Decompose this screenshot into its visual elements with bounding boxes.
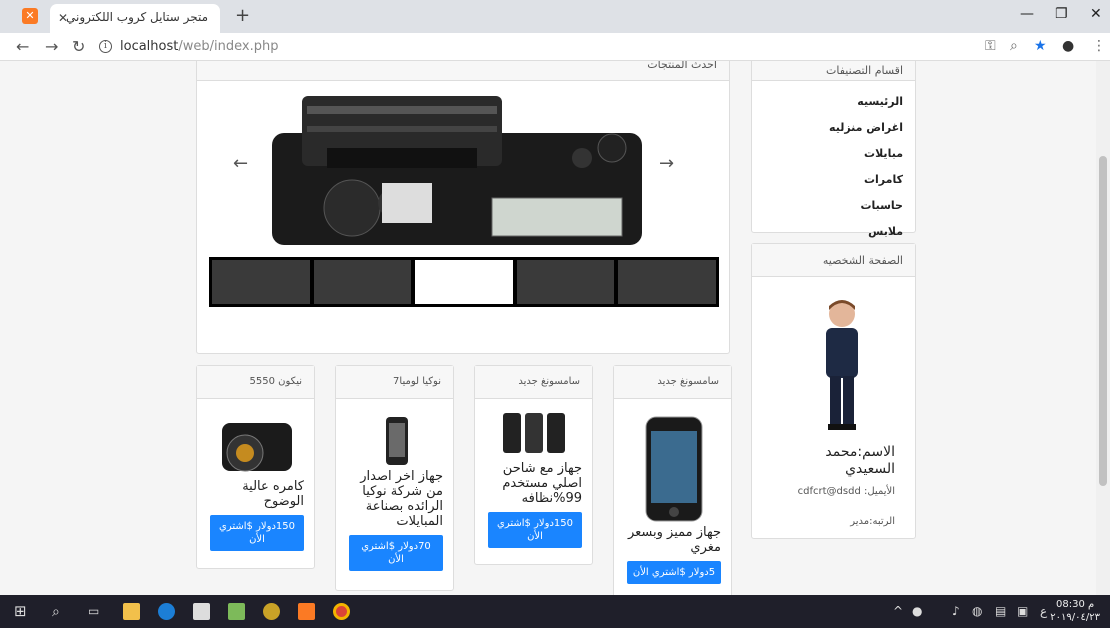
url-host: localhost xyxy=(120,39,179,54)
scrollbar-thumb[interactable] xyxy=(1099,156,1107,486)
product-card: نيكون 5550 كامره عالية الوضوح 150دولار $… xyxy=(196,365,315,569)
categories-panel: اقسام التصنيفات الرئيسيه اغراض منزليه مب… xyxy=(751,61,916,238)
thumbnail-selected[interactable] xyxy=(415,260,513,304)
windows-taskbar: ⊞ ⌕ ▭ ^ ● ♪ ◍ ▤ ▣ ع 08:30 م ٢٠١٩/٠٤/٢٣ xyxy=(0,595,1110,628)
category-item[interactable]: الرئيسيه xyxy=(764,89,903,115)
category-item[interactable]: كامرات xyxy=(764,167,903,193)
new-tab-icon[interactable]: + xyxy=(235,5,250,26)
browser-toolbar: ← → ↻ i localhost/web/index.php ⚿ ⌕ ★ ● … xyxy=(0,33,1110,61)
windows-start-icon[interactable]: ⊞ xyxy=(14,602,27,620)
product-description: جهاز مميز وبسعر مغري xyxy=(627,525,721,555)
thumbnail[interactable] xyxy=(516,260,615,304)
email-label: الأيميل: xyxy=(863,486,895,497)
info-icon[interactable]: i xyxy=(99,40,112,53)
account-icon[interactable]: ● xyxy=(1062,38,1074,54)
profile-role: الرتبه:مدير xyxy=(850,516,895,527)
profile-header: الصفحة الشخصيه xyxy=(752,244,915,277)
xampp-taskbar-icon[interactable] xyxy=(298,603,315,620)
clock-time: 08:30 م xyxy=(1056,599,1095,610)
categories-header: اقسام التصنيفات xyxy=(752,61,915,81)
close-window-icon[interactable]: ✕ xyxy=(1090,6,1102,22)
product-card: سامسونغ جديد جهاز مميز وبسعر مغري 5دولار… xyxy=(613,365,732,595)
latest-products-panel: احدث المنتجات ← → xyxy=(196,61,730,354)
product-image xyxy=(645,416,703,522)
profile-name: الاسم:محمد السعيدي xyxy=(825,444,895,477)
product-title: نيكون 5550 xyxy=(197,366,314,399)
tray-app-icon[interactable]: ● xyxy=(912,604,922,618)
slider-prev-arrow[interactable]: ← xyxy=(233,153,248,174)
task-view-icon[interactable]: ▭ xyxy=(88,604,99,618)
chrome-taskbar-icon[interactable] xyxy=(333,603,350,620)
product-title: نوكيا لوميا7 xyxy=(336,366,453,399)
category-item[interactable]: اغراض منزليه xyxy=(764,115,903,141)
restore-icon[interactable]: ❐ xyxy=(1055,6,1068,22)
buy-button[interactable]: 70دولار $اشتري الأن xyxy=(349,535,443,571)
search-icon[interactable]: ⌕ xyxy=(52,604,60,620)
product-title: سامسونغ جديد xyxy=(614,366,731,399)
category-item[interactable]: حاسبات xyxy=(764,193,903,219)
thumbnail[interactable] xyxy=(313,260,412,304)
buy-button[interactable]: 150دولار $اشتري الأن xyxy=(488,512,582,548)
minimize-icon[interactable]: — xyxy=(1020,6,1034,22)
product-title: سامسونغ جديد xyxy=(475,366,592,399)
product-description: جهاز مع شاحن اصلي مستخدم 99%نظافه xyxy=(502,461,582,506)
product-card: سامسونغ جديد جهاز مع شاحن اصلي مستخدم 99… xyxy=(474,365,593,565)
profile-email: الأيميل: cdfcrt@dsdd xyxy=(798,486,895,497)
category-item[interactable]: مبايلات xyxy=(764,141,903,167)
thumbnail[interactable] xyxy=(618,260,716,304)
slider-thumbnails xyxy=(209,257,719,307)
browser-tab-strip: ✕ ✕ متجر ستايل كروب اللكتروني + — ❐ ✕ xyxy=(0,0,1110,33)
back-icon[interactable]: ← xyxy=(16,37,29,56)
page-scrollbar[interactable] xyxy=(1096,61,1110,595)
product-image xyxy=(386,417,408,465)
keyboard-icon[interactable]: ▤ xyxy=(995,604,1006,618)
key-icon[interactable]: ⚿ xyxy=(985,38,996,54)
notepad-plus-icon[interactable] xyxy=(228,603,245,620)
volume-icon[interactable]: ♪ xyxy=(952,604,960,618)
menu-icon[interactable]: ⋮ xyxy=(1092,38,1106,54)
url-path: /web/index.php xyxy=(178,39,279,54)
browser-tab[interactable]: ✕ متجر ستايل كروب اللكتروني xyxy=(50,4,220,33)
zoom-icon[interactable]: ⌕ xyxy=(1010,38,1018,54)
network-icon[interactable]: ◍ xyxy=(972,604,982,618)
edge-browser-icon[interactable] xyxy=(158,603,175,620)
language-indicator[interactable]: ع xyxy=(1040,604,1047,618)
email-value: cdfcrt@dsdd xyxy=(797,486,861,497)
profile-panel: الصفحة الشخصيه الاسم:محمد السعيدي الأيمي… xyxy=(751,243,916,539)
profile-avatar xyxy=(826,300,858,430)
tab-title: متجر ستايل كروب اللكتروني xyxy=(65,10,208,24)
buy-button[interactable]: 150دولار $اشتري الأن xyxy=(210,515,304,551)
reload-icon[interactable]: ↻ xyxy=(72,37,85,56)
product-card: نوكيا لوميا7 جهاز اخر اصدار من شركة نوكي… xyxy=(335,365,454,591)
product-image xyxy=(222,423,292,472)
bookmark-star-icon[interactable]: ★ xyxy=(1034,38,1047,54)
file-explorer-icon[interactable] xyxy=(123,603,140,620)
latest-products-header: احدث المنتجات xyxy=(197,61,729,81)
app-icon[interactable] xyxy=(263,603,280,620)
category-list: الرئيسيه اغراض منزليه مبايلات كامرات حاس… xyxy=(752,81,915,253)
tray-chevron-icon[interactable]: ^ xyxy=(893,604,903,618)
product-description: كامره عالية الوضوح xyxy=(242,479,304,509)
forward-icon[interactable]: → xyxy=(45,37,58,56)
store-icon[interactable] xyxy=(193,603,210,620)
camera-slide-image xyxy=(272,96,642,245)
thumbnail[interactable] xyxy=(212,260,310,304)
buy-button[interactable]: 5دولار $اشتري الأن xyxy=(627,561,721,584)
product-image xyxy=(503,413,565,453)
address-bar[interactable]: localhost/web/index.php xyxy=(120,39,278,54)
category-item[interactable]: ملابس xyxy=(764,219,903,245)
product-description: جهاز اخر اصدار من شركة نوكيا الرائده بصن… xyxy=(360,469,443,529)
taskbar-clock[interactable]: 08:30 م ٢٠١٩/٠٤/٢٣ xyxy=(1050,598,1100,624)
page-content: احدث المنتجات ← → اقسام التصنيفات الرئيس… xyxy=(0,61,1110,595)
notification-icon[interactable]: ▣ xyxy=(1017,604,1028,618)
slider-next-arrow[interactable]: → xyxy=(659,153,674,174)
clock-date: ٢٠١٩/٠٤/٢٣ xyxy=(1050,612,1100,623)
xampp-app-icon[interactable]: ✕ xyxy=(22,8,38,24)
